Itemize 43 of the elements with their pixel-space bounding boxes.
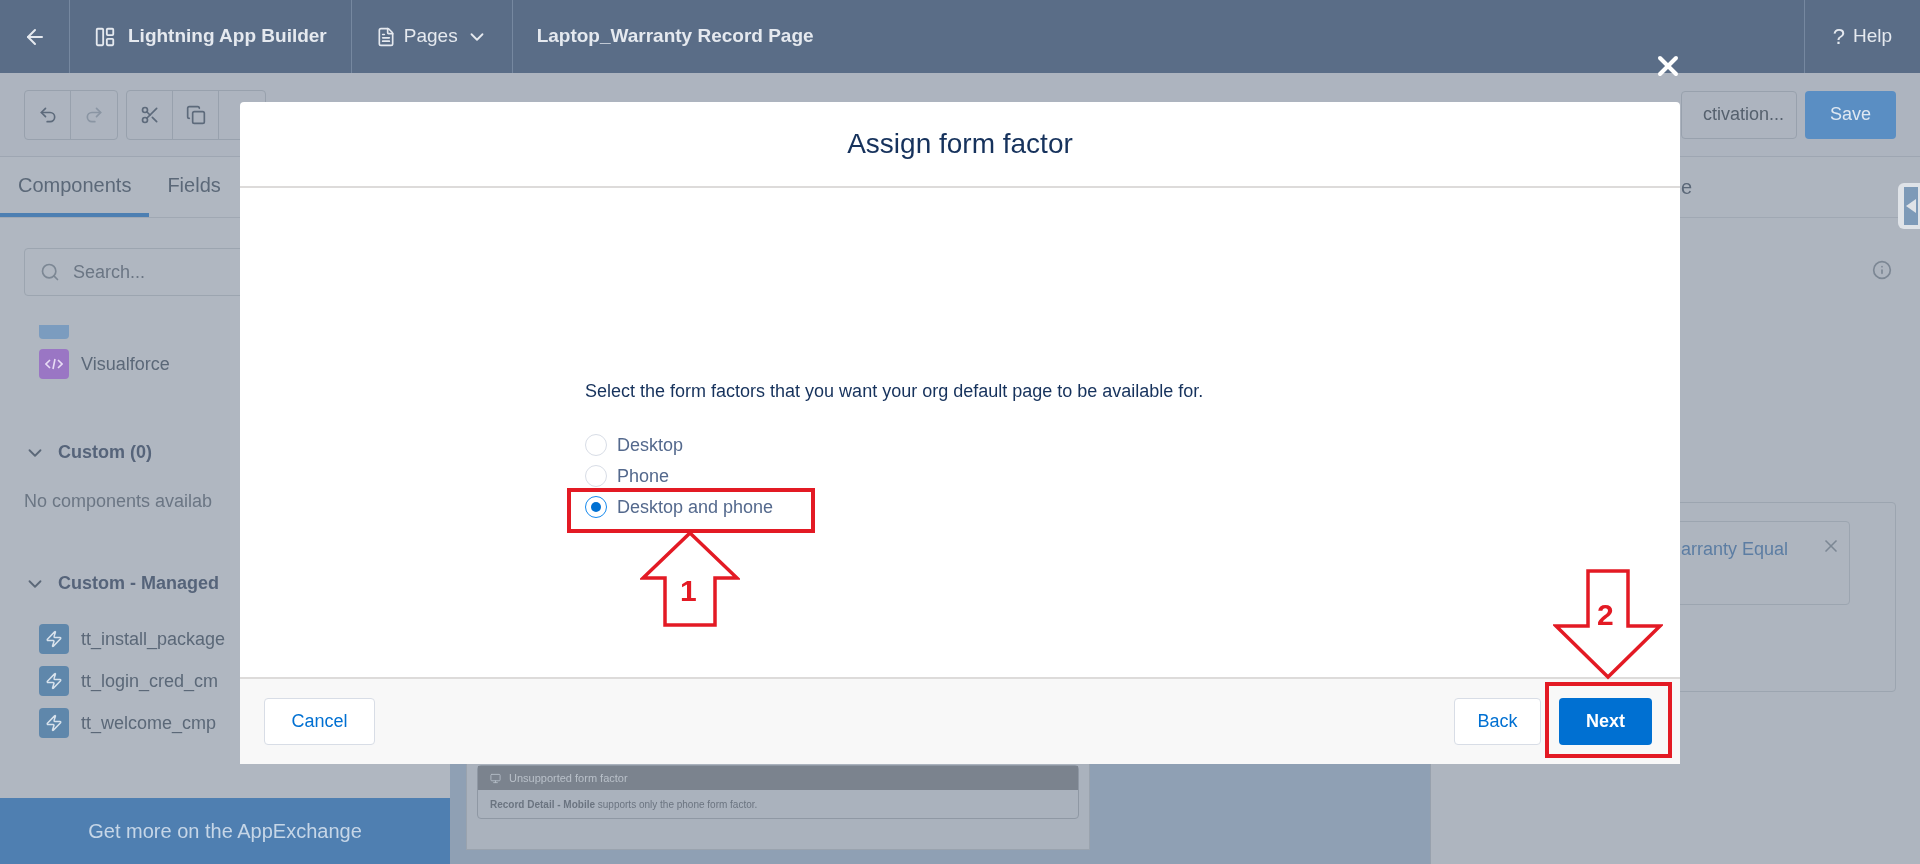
help-icon: ?	[1832, 20, 1845, 53]
info-icon	[1872, 260, 1892, 280]
empty-message: No components availab	[24, 490, 214, 513]
page-name: Laptop_Warranty Record Page	[535, 24, 815, 49]
bolt-icon	[39, 666, 69, 696]
step-number: 1	[680, 576, 697, 606]
panel-tab[interactable]: Components	[0, 157, 150, 217]
section-title[interactable]: Custom (0)	[58, 439, 152, 466]
layout-icon	[94, 25, 116, 48]
back-button[interactable]: Back	[1454, 698, 1541, 745]
component-icon	[39, 325, 69, 339]
panel-tab[interactable]: e	[1681, 172, 1693, 202]
scissors-icon	[139, 104, 160, 125]
code-icon	[39, 349, 69, 379]
collapse-handle[interactable]	[1898, 183, 1920, 229]
search-icon	[40, 262, 60, 282]
next-button[interactable]: Next	[1559, 698, 1652, 745]
component-item[interactable]: tt_welcome_cmp	[81, 709, 217, 737]
redo-icon	[84, 104, 104, 125]
bolt-icon	[39, 624, 69, 654]
save-button[interactable]: Save	[1805, 90, 1896, 139]
component-item[interactable]: tt_install_package	[81, 625, 226, 653]
prompt-text: Select the form factors that you want your org default page to be available for.	[585, 380, 1205, 403]
section-title[interactable]: Custom - Managed	[58, 570, 219, 597]
component-item[interactable]: tt_login_cred_cm	[81, 667, 219, 695]
step-number: 2	[1597, 600, 1614, 630]
copy-icon	[185, 104, 206, 125]
app-title: Lightning App Builder	[128, 24, 327, 49]
activation-button[interactable]: ctivation...	[1681, 90, 1797, 139]
triangle-left-icon	[1906, 199, 1916, 213]
radio-option[interactable]: Desktop and phone	[585, 491, 1680, 522]
warning-title: Unsupported form factor	[509, 770, 628, 786]
modal-title: Assign form factor	[847, 127, 1073, 161]
radio-option[interactable]: Desktop	[585, 429, 1680, 460]
up-arrow-icon	[640, 530, 740, 628]
appexchange-banner[interactable]: Get more on the AppExchange	[0, 798, 450, 864]
monitor-icon	[490, 772, 501, 784]
component-item[interactable]: Visualforce	[81, 350, 170, 378]
panel-tab[interactable]: Fields	[149, 157, 239, 217]
cancel-button[interactable]: Cancel	[264, 698, 375, 745]
undo-icon	[37, 104, 58, 125]
radio-option[interactable]: Phone	[585, 460, 1680, 491]
bolt-icon	[39, 708, 69, 738]
